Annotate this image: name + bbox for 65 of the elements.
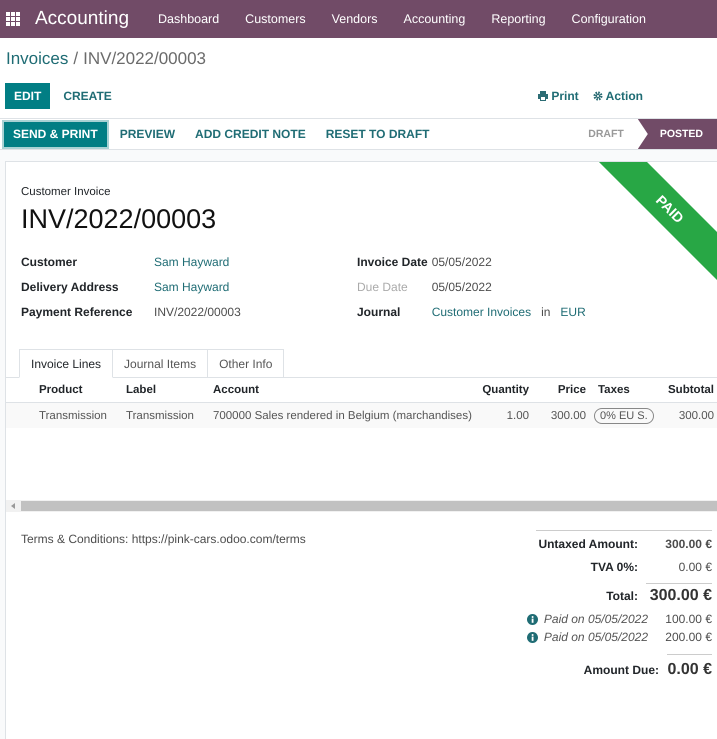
apps-menu-button[interactable] [6, 12, 20, 26]
field-value: 05/05/2022 [432, 255, 492, 271]
header-button[interactable]: SEND & PRINT [4, 122, 107, 146]
menu-item[interactable]: Reporting [478, 12, 559, 26]
left-arrow-icon [10, 502, 16, 510]
field-label: Invoice Date [357, 255, 428, 271]
total-label: TVA 0%: [590, 560, 638, 574]
field-label: Payment Reference [21, 305, 134, 321]
field-label: Journal [357, 305, 402, 321]
table-cell: Transmission [120, 402, 207, 428]
action-menu-button[interactable]: Action [592, 89, 643, 103]
breadcrumb-current: INV/2022/00003 [83, 49, 206, 70]
menu-item[interactable]: Vendors [318, 12, 390, 26]
field-value: in [541, 305, 550, 321]
payment-text: Paid on 05/05/2022 [544, 612, 648, 626]
header-button[interactable]: ADD CREDIT NOTE [186, 122, 315, 146]
info-icon [526, 632, 538, 642]
field-value: INV/2022/00003 [154, 305, 241, 321]
breadcrumb-separator: / [73, 49, 78, 70]
total-label: Amount Due: [584, 663, 659, 677]
field-label: Due Date [357, 280, 409, 296]
breadcrumb-link[interactable]: Invoices [6, 49, 68, 73]
total-label: Untaxed Amount: [538, 537, 638, 551]
field-link[interactable]: Sam Hayward [154, 280, 230, 296]
tab[interactable]: Invoice Lines [19, 349, 114, 378]
gear-icon [592, 91, 603, 101]
tab[interactable]: Other Info [208, 349, 284, 378]
grid-icon [6, 12, 20, 26]
field-link[interactable]: EUR [560, 305, 586, 321]
header-button[interactable]: PREVIEW [110, 122, 184, 146]
horizontal-scrollbar[interactable] [6, 500, 717, 512]
document-type: Customer Invoice [20, 185, 112, 198]
total-amount: 300.00 € [664, 537, 712, 551]
form-button[interactable]: CREATE [54, 83, 121, 109]
table-cell: 300.00 [535, 402, 592, 428]
printer-icon [538, 91, 548, 101]
status-stage[interactable]: POSTED [638, 119, 717, 149]
menu-item[interactable]: Configuration [558, 12, 659, 26]
field-value: 05/05/2022 [432, 280, 492, 296]
header-button[interactable]: RESET TO DRAFT [316, 122, 438, 146]
table-cell: Transmission [33, 402, 120, 428]
tab[interactable]: Journal Items [113, 349, 208, 378]
menu-item[interactable]: Customers [232, 12, 319, 26]
total-amount: 0.00 € [678, 560, 712, 574]
field-link[interactable]: Sam Hayward [154, 255, 230, 271]
payment-text: Paid on 05/05/2022 [544, 630, 648, 644]
payment-amount: 100.00 € [664, 612, 712, 626]
total-amount: 300.00 € [646, 583, 712, 605]
payment-amount: 200.00 € [664, 630, 712, 644]
total-amount: 0.00 € [667, 654, 712, 679]
terms-text: Terms & Conditions: https://pink-cars.odoo.com/terms [21, 532, 306, 548]
field-label: Customer [21, 255, 78, 271]
menu-item[interactable]: Accounting [390, 12, 478, 26]
field-label: Delivery Address [21, 280, 120, 296]
form-button[interactable]: EDIT [5, 83, 50, 109]
action-menu-button[interactable]: Print [538, 89, 579, 103]
app-title[interactable]: Accounting [35, 8, 130, 30]
info-icon [526, 614, 538, 624]
document-number: INV/2022/00003 [21, 204, 216, 235]
tax-tag: 0% EU S. [594, 408, 654, 424]
table-cell: 300.00 [652, 402, 717, 428]
table-cell: 700000 Sales rendered in Belgium (marchandises) [207, 402, 469, 428]
total-label: Total: [606, 589, 638, 603]
menu-item[interactable]: Dashboard [145, 12, 232, 26]
field-link[interactable]: Customer Invoices [432, 305, 532, 321]
